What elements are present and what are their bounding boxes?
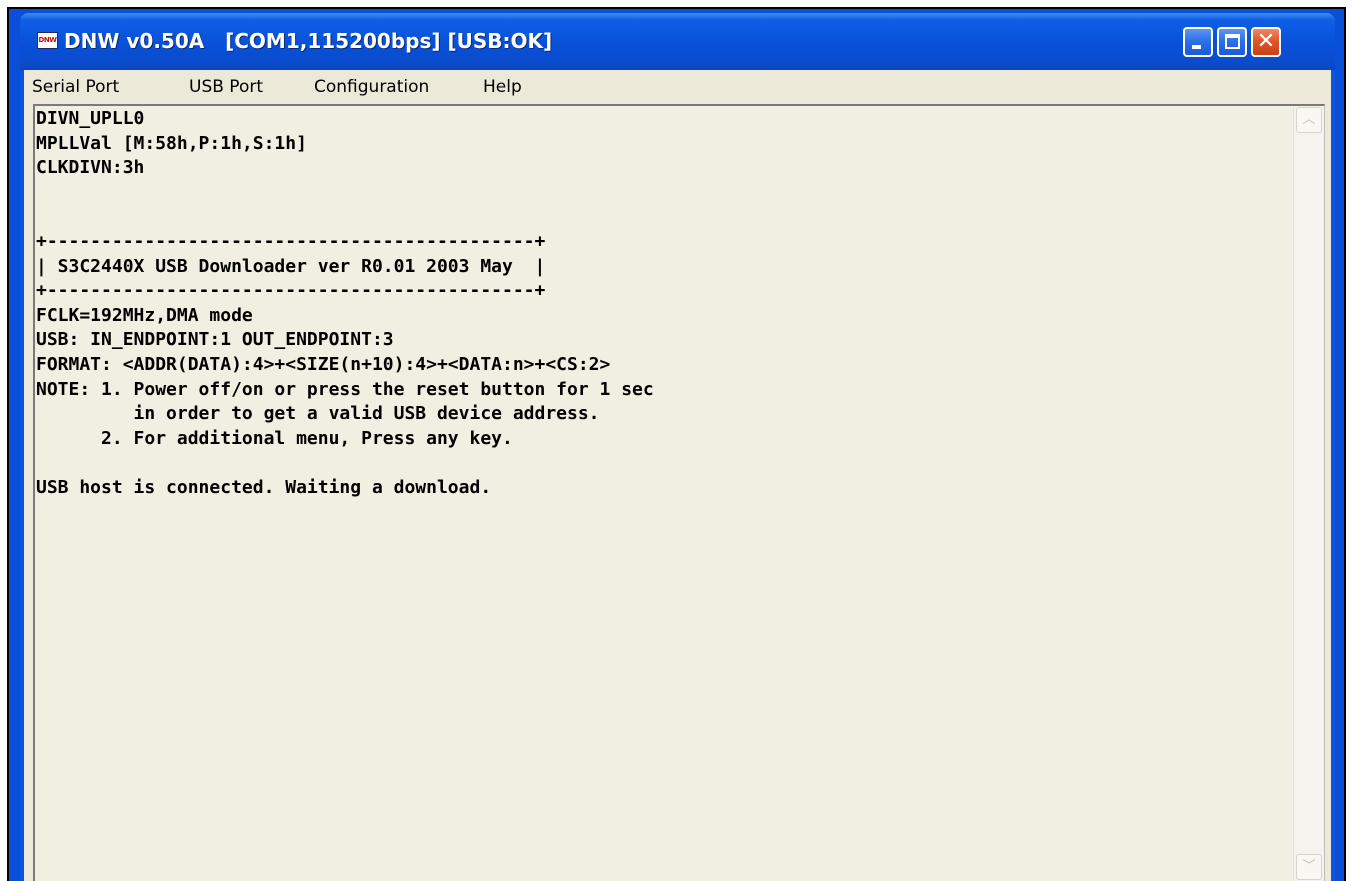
vertical-scrollbar[interactable]: ︿ ﹀	[1293, 106, 1324, 881]
terminal-line: | S3C2440X USB Downloader ver R0.01 2003…	[36, 255, 546, 277]
scroll-down-button[interactable]: ﹀	[1296, 854, 1322, 880]
terminal-line: NOTE: 1. Power off/on or press the reset…	[36, 378, 654, 400]
terminal-line: USB: IN_ENDPOINT:1 OUT_ENDPOINT:3	[36, 329, 394, 351]
terminal-line: in order to get a valid USB device addre…	[36, 403, 600, 425]
menu-serial-port[interactable]: Serial Port	[27, 75, 124, 99]
scroll-up-arrow-icon: ︿	[1302, 112, 1316, 127]
menu-usb-port[interactable]: USB Port	[184, 75, 268, 99]
terminal-line: FORMAT: <ADDR(DATA):4>+<SIZE(n+10):4>+<D…	[36, 353, 611, 375]
terminal-line: +---------------------------------------…	[36, 230, 546, 252]
terminal-line: USB host is connected. Waiting a downloa…	[36, 476, 492, 498]
maximize-icon	[1225, 34, 1240, 49]
terminal-line: DIVN_UPLL0	[36, 108, 145, 129]
client-area: Serial Port USB Port Configuration Help …	[24, 70, 1331, 881]
scroll-down-arrow-icon: ﹀	[1302, 859, 1316, 874]
menu-configuration[interactable]: Configuration	[309, 75, 434, 99]
terminal-line: MPLLVal [M:58h,P:1h,S:1h]	[36, 132, 307, 154]
title-bar[interactable]: DNW DNW v0.50A [COM1,115200bps] [USB:OK]…	[20, 13, 1335, 70]
terminal-line: FCLK=192MHz,DMA mode	[36, 304, 253, 326]
minimize-button[interactable]	[1183, 27, 1213, 57]
maximize-button[interactable]	[1217, 27, 1247, 57]
terminal-text: DIVN_UPLL0 MPLLVal [M:58h,P:1h,S:1h] CLK…	[36, 107, 1292, 501]
menu-bar: Serial Port USB Port Configuration Help	[24, 70, 1331, 104]
terminal-line: CLKDIVN:3h	[36, 157, 145, 179]
minimize-icon	[1192, 45, 1201, 49]
terminal-line: 2. For additional menu, Press any key.	[36, 427, 513, 449]
close-icon: ✕	[1256, 29, 1276, 54]
terminal-line: +---------------------------------------…	[36, 280, 546, 302]
window-title: DNW v0.50A [COM1,115200bps] [USB:OK]	[64, 29, 553, 53]
dnw-window: DNW DNW v0.50A [COM1,115200bps] [USB:OK]…	[20, 13, 1335, 881]
close-button[interactable]: ✕	[1251, 27, 1281, 57]
terminal-output[interactable]: DIVN_UPLL0 MPLLVal [M:58h,P:1h,S:1h] CLK…	[33, 104, 1325, 881]
menu-help[interactable]: Help	[478, 75, 527, 99]
scroll-up-button[interactable]: ︿	[1296, 107, 1322, 133]
dnw-app-icon[interactable]: DNW	[37, 32, 58, 49]
